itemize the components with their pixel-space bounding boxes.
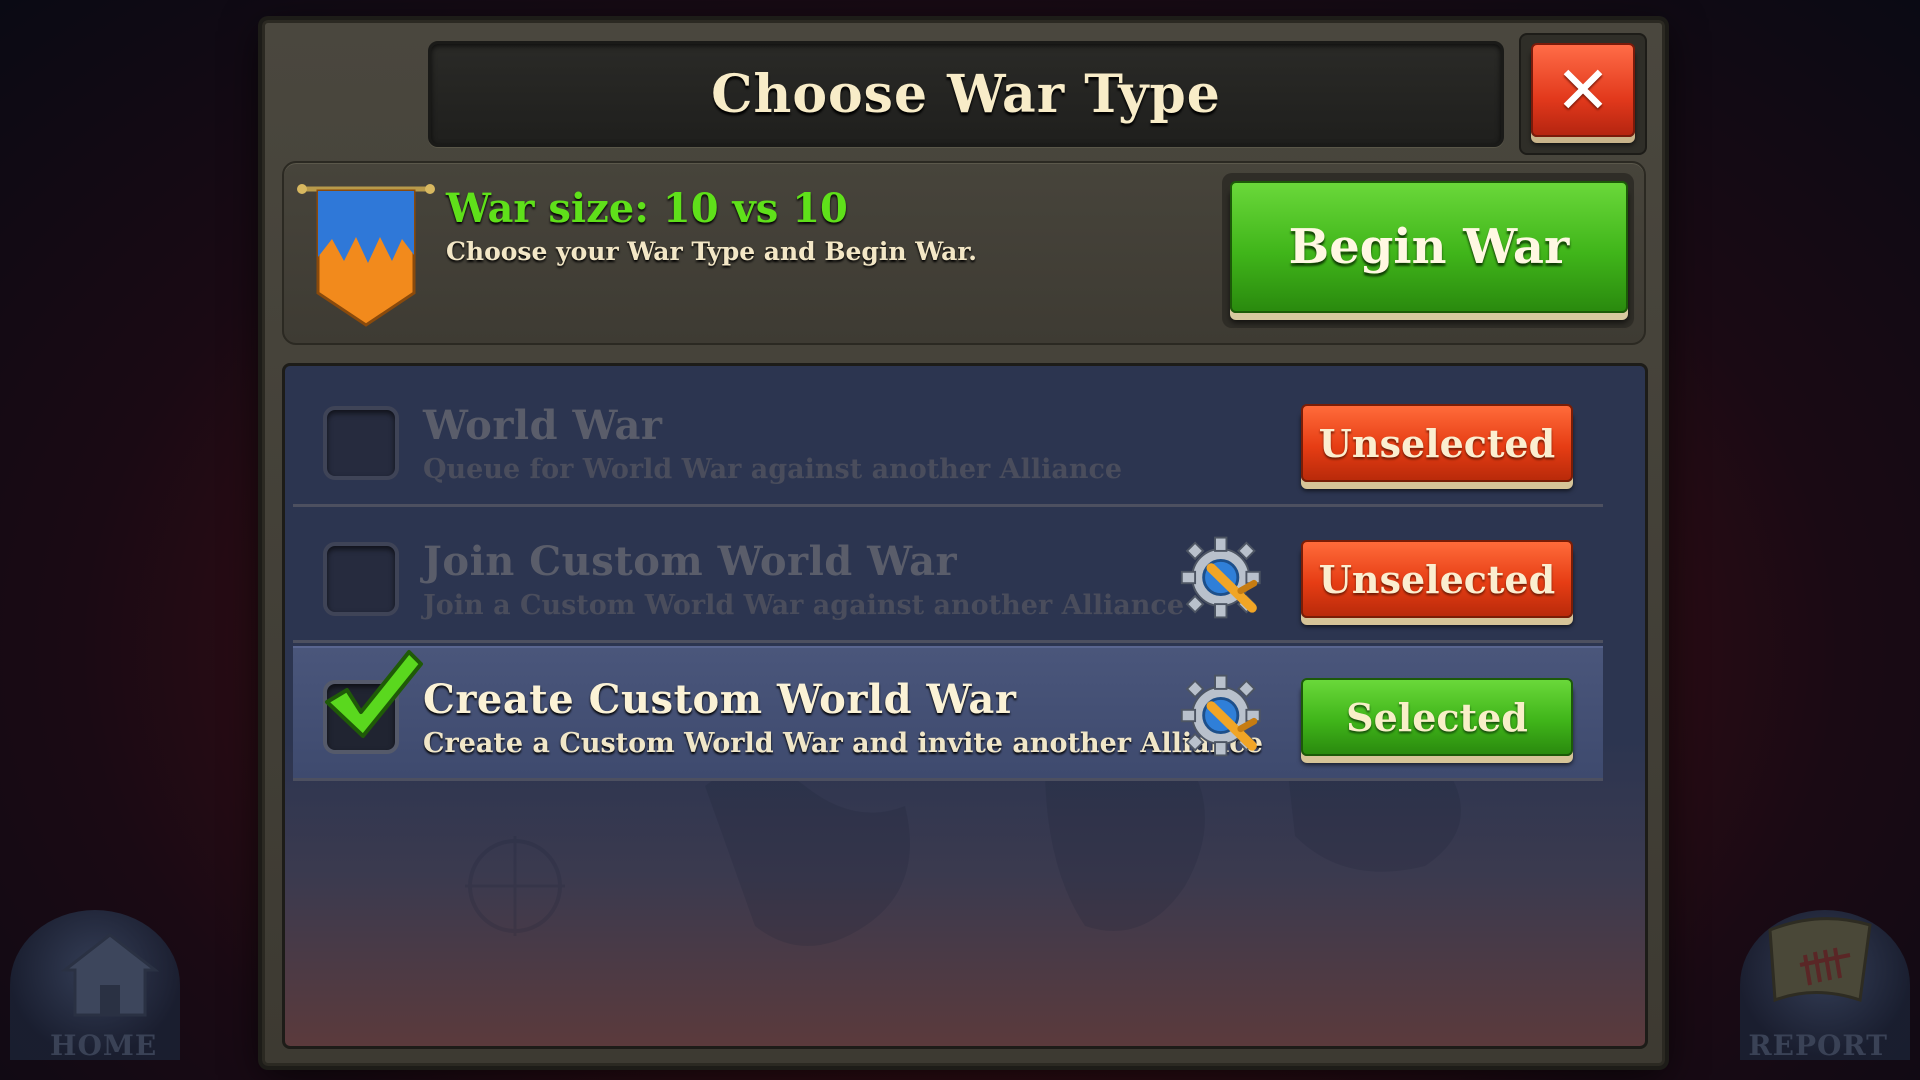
war-type-row-world-war[interactable]: World War Queue for World War against an… (293, 374, 1603, 507)
dialog-title: Choose War Type (711, 63, 1221, 125)
war-type-row-create-custom[interactable]: Create Custom World War Create a Custom … (293, 646, 1603, 781)
choose-war-type-dialog: Choose War Type ✕ War size: 10 vs 10 Cho… (262, 20, 1665, 1066)
create-custom-state-button[interactable]: Selected (1301, 678, 1573, 756)
alliance-banner-icon (297, 184, 435, 327)
custom-war-settings-icon[interactable] (1178, 668, 1273, 763)
title-bar: Choose War Type (428, 41, 1504, 147)
join-custom-checkbox[interactable] (323, 542, 399, 616)
custom-war-settings-icon[interactable] (1178, 530, 1273, 625)
war-instruction-text: Choose your War Type and Begin War. (446, 237, 977, 266)
row-title: Join Custom World War (423, 538, 958, 585)
war-type-list: World War Queue for World War against an… (282, 363, 1648, 1049)
close-button[interactable]: ✕ (1531, 43, 1635, 137)
report-icon[interactable] (1760, 910, 1880, 1010)
home-label[interactable]: HOME (50, 1029, 157, 1062)
close-icon: ✕ (1555, 51, 1611, 129)
war-info-box: War size: 10 vs 10 Choose your War Type … (282, 161, 1646, 345)
row-description: Join a Custom World War against another … (423, 590, 1185, 621)
close-button-frame: ✕ (1519, 33, 1647, 155)
row-description: Create a Custom World War and invite ano… (423, 728, 1263, 759)
row-title: Create Custom World War (423, 676, 1017, 723)
world-war-checkbox[interactable] (323, 406, 399, 480)
begin-war-button[interactable]: Begin War (1230, 181, 1628, 313)
world-war-state-button[interactable]: Unselected (1301, 404, 1573, 482)
begin-war-button-frame: Begin War (1222, 173, 1634, 328)
report-label[interactable]: REPORT (1748, 1029, 1888, 1062)
home-icon[interactable] (60, 930, 160, 1020)
row-description: Queue for World War against another Alli… (423, 454, 1123, 485)
row-title: World War (423, 402, 663, 449)
war-type-row-join-custom[interactable]: Join Custom World War Join a Custom Worl… (293, 510, 1603, 643)
war-size-text: War size: 10 vs 10 (446, 185, 848, 232)
join-custom-state-button[interactable]: Unselected (1301, 540, 1573, 618)
checkmark-icon (325, 650, 423, 738)
